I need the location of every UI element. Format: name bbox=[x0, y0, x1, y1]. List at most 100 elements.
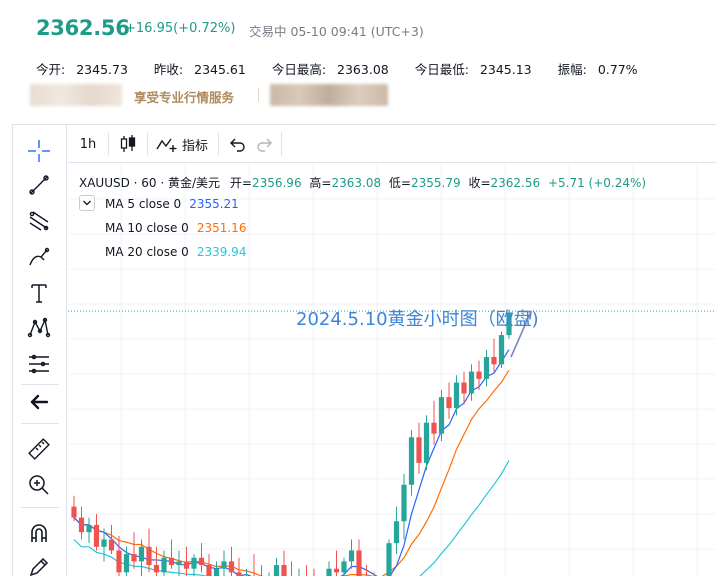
redo-icon[interactable] bbox=[252, 125, 278, 163]
drawing-toolbar bbox=[13, 125, 67, 576]
price-change: +16.95(+0.72%) bbox=[125, 21, 236, 36]
ma20-legend[interactable]: MA 20 close 0 2339.94 bbox=[105, 245, 246, 259]
candle-body bbox=[273, 565, 280, 576]
candle-body bbox=[453, 382, 460, 409]
candle-body bbox=[356, 550, 362, 576]
candle-body bbox=[476, 371, 482, 379]
candle-body bbox=[228, 561, 235, 573]
candle-body bbox=[461, 382, 467, 394]
candle-body bbox=[206, 565, 212, 576]
legend-low: 2355.79 bbox=[410, 176, 461, 190]
stat-amplitude: 振幅: 0.77% bbox=[557, 62, 638, 77]
candle-body bbox=[198, 557, 205, 566]
candle-body bbox=[168, 557, 175, 566]
candle-body bbox=[78, 517, 85, 533]
chevron-down-icon bbox=[83, 200, 91, 206]
candle-body bbox=[326, 568, 332, 576]
stat-prev-close: 昨收: 2345.61 bbox=[153, 62, 246, 77]
candle-body bbox=[93, 524, 100, 547]
toolbar-divider bbox=[21, 507, 59, 508]
candle-body bbox=[408, 437, 415, 485]
ruler-icon[interactable] bbox=[25, 435, 53, 463]
toolbar-divider bbox=[21, 423, 59, 424]
candle-body bbox=[191, 557, 197, 569]
blurred-banner bbox=[270, 84, 388, 106]
candle-body bbox=[431, 422, 437, 434]
candle-body bbox=[498, 335, 505, 365]
pattern-icon[interactable] bbox=[25, 314, 53, 342]
ma10-legend[interactable]: MA 10 close 0 2351.16 bbox=[105, 221, 246, 235]
indicators-button[interactable]: 指标 bbox=[152, 125, 212, 163]
lock-pencil-icon[interactable] bbox=[25, 553, 53, 576]
candle-body bbox=[333, 568, 340, 573]
candle-body bbox=[491, 357, 497, 365]
crosshair-icon[interactable] bbox=[25, 137, 53, 165]
fib-icon[interactable] bbox=[25, 207, 53, 235]
indicators-icon bbox=[156, 138, 177, 152]
candle-body bbox=[146, 546, 152, 566]
candle-body bbox=[108, 539, 115, 551]
candle-body bbox=[86, 524, 92, 533]
candle-body bbox=[116, 550, 122, 573]
ma20-value: 2339.94 bbox=[196, 245, 247, 259]
interval-button[interactable]: 1h bbox=[72, 125, 104, 163]
ma5-legend[interactable]: MA 5 close 0 2355.21 bbox=[105, 197, 239, 211]
candle-body bbox=[176, 561, 182, 566]
measure-lines-icon[interactable] bbox=[25, 350, 53, 378]
candle-body bbox=[281, 565, 287, 576]
chart-legend: XAUUSD · 60 · 黄金/美元 开=2356.96 高=2363.08 … bbox=[79, 176, 647, 190]
legend-close: 2362.56 bbox=[490, 176, 541, 190]
back-arrow-icon[interactable] bbox=[25, 388, 53, 416]
legend-open: 2356.96 bbox=[251, 176, 302, 190]
candle-body bbox=[71, 506, 77, 518]
toolbar-divider bbox=[281, 132, 282, 156]
legend-change: +5.71 (+0.24%) bbox=[547, 176, 647, 190]
candle-body bbox=[138, 546, 145, 562]
candle-body bbox=[183, 561, 190, 569]
zoom-in-icon[interactable] bbox=[25, 471, 53, 499]
legend-high: 2363.08 bbox=[331, 176, 382, 190]
last-price: 2362.56 bbox=[36, 16, 130, 40]
candle-body bbox=[101, 539, 107, 547]
candle-body bbox=[131, 554, 137, 562]
candle-body bbox=[153, 565, 160, 573]
symbol-title: XAUUSD · 60 · 黄金/美元 bbox=[79, 176, 221, 190]
quote-header: 2362.56 +16.95(+0.72%) 交易中 05-10 09:41 (… bbox=[0, 0, 716, 112]
candle-body bbox=[341, 561, 347, 573]
candle-body bbox=[401, 484, 407, 522]
candle-body bbox=[468, 371, 475, 394]
ma5-line bbox=[73, 349, 510, 576]
toolbar-divider bbox=[147, 132, 148, 156]
candles-icon[interactable] bbox=[112, 125, 144, 163]
trend-line-icon[interactable] bbox=[25, 171, 53, 199]
promo-link[interactable]: 享受专业行情服务 bbox=[134, 87, 234, 106]
candle-body bbox=[446, 397, 452, 409]
stat-open: 今开: 2345.73 bbox=[36, 62, 128, 77]
legend-collapse-button[interactable] bbox=[79, 195, 95, 211]
chart-annotation: 2024.5.10黄金小时图（欧盘) bbox=[296, 309, 539, 330]
undo-icon[interactable] bbox=[224, 125, 250, 163]
brush-icon[interactable] bbox=[25, 243, 53, 271]
stat-low: 今日最低: 2345.13 bbox=[414, 62, 532, 77]
toolbar-divider bbox=[218, 132, 219, 156]
promo-divider bbox=[258, 88, 259, 102]
candle-body bbox=[161, 557, 167, 573]
candle-body bbox=[221, 561, 227, 569]
candle-body bbox=[416, 437, 422, 463]
toolbar-divider bbox=[21, 384, 59, 385]
candle-body bbox=[123, 554, 130, 573]
candle-body bbox=[348, 550, 355, 562]
candle-body bbox=[236, 572, 242, 576]
blurred-logo bbox=[30, 84, 122, 106]
indicators-label: 指标 bbox=[181, 138, 208, 154]
candle-body bbox=[483, 357, 490, 379]
candle-body bbox=[386, 543, 392, 576]
text-icon[interactable] bbox=[25, 279, 53, 307]
quote-stats: 今开: 2345.73 昨收: 2345.61 今日最高: 2363.08 今日最低:… bbox=[36, 59, 660, 78]
magnet-icon[interactable] bbox=[25, 520, 53, 548]
ma10-value: 2351.16 bbox=[196, 221, 247, 235]
candle-body bbox=[213, 568, 220, 576]
ma5-value: 2355.21 bbox=[189, 197, 239, 211]
trading-status: 交易中 05-10 09:41 (UTC+3) bbox=[249, 24, 424, 39]
toolbar-divider bbox=[108, 132, 109, 156]
